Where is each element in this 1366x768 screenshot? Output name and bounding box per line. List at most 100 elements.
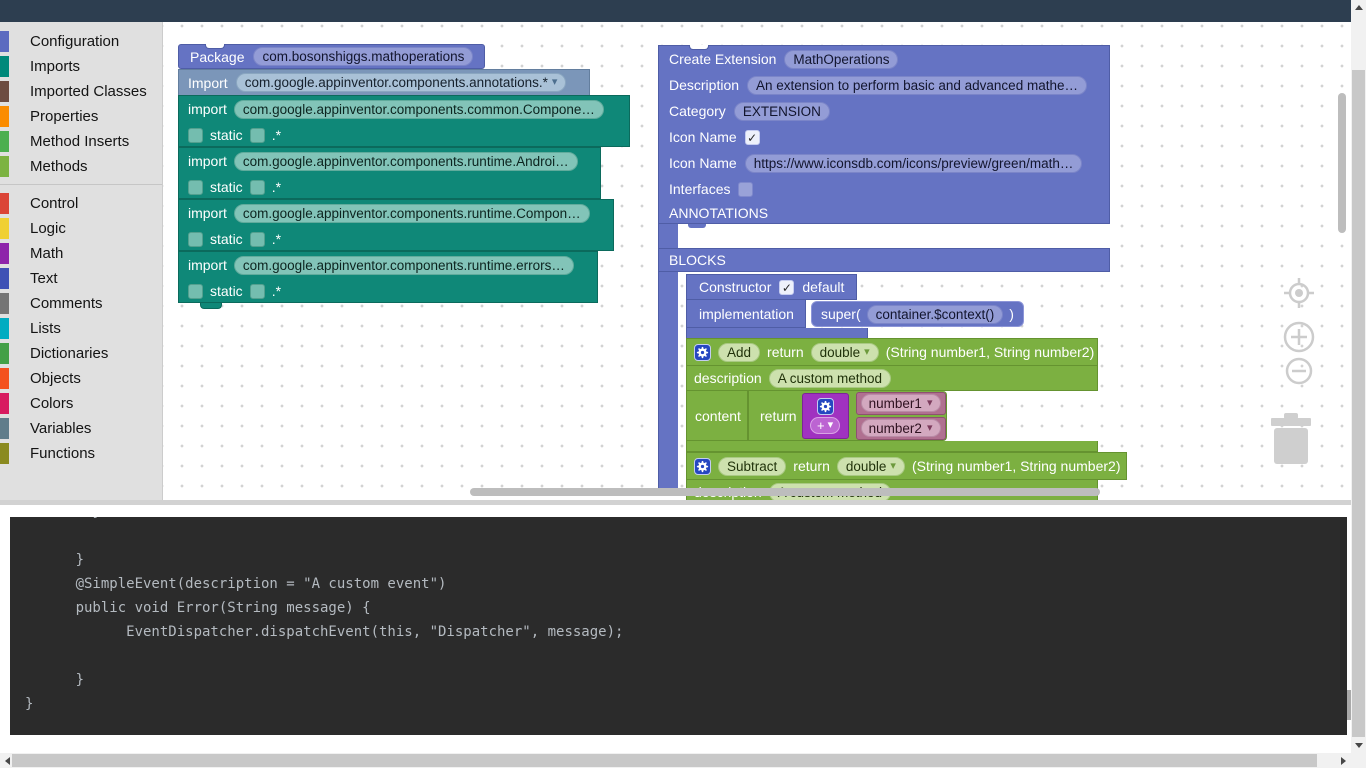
sidebar-item-configuration[interactable]: Configuration [0,29,162,54]
vertical-scroll-thumb[interactable] [1352,70,1365,737]
sidebar-item-functions[interactable]: Functions [0,441,162,466]
operand-column: number1 ▾ number2 ▾ [855,391,946,440]
import-block[interactable]: import com.google.appinventor.components.… [178,251,598,303]
icon-name-label: Icon Name [669,129,737,145]
constructor-block[interactable]: Constructor ✓ default implementation super… [686,274,1024,340]
category-field[interactable]: EXTENSION [733,101,830,121]
method-block-add[interactable]: Add return double ▾ (String number1, Stri… [686,338,1098,452]
math-operation-block[interactable]: + ▾ [801,392,849,439]
import-path-field[interactable]: com.google.appinventor.components.runtim… [233,151,578,171]
interfaces-checkbox[interactable] [738,181,754,197]
sidebar-item-imports[interactable]: Imports [0,54,162,79]
mutator-gear-icon[interactable] [816,397,834,415]
sidebar-item-label: Properties [30,108,99,125]
wildcard-checkbox[interactable] [249,127,265,143]
mutator-gear-icon[interactable] [694,343,711,361]
method-name-field[interactable]: Subtract [718,456,787,476]
variable-block-number1[interactable]: number1 ▾ [855,391,946,415]
zoom-in-icon[interactable] [1282,320,1316,359]
default-checkbox[interactable]: ✓ [779,279,795,295]
return-keyword: return [760,407,797,424]
blockly-workspace[interactable]: Package com.bosonshiggs.mathoperations I… [163,22,1351,500]
static-checkbox[interactable] [188,283,203,299]
import-path-field[interactable]: com.google.appinventor.components.runtim… [233,203,590,223]
wildcard-checkbox[interactable] [249,231,265,247]
sidebar-item-math[interactable]: Math [0,241,162,266]
horizontal-scroll-thumb[interactable] [12,754,1317,767]
import-block[interactable]: import com.google.appinventor.components.… [178,147,601,199]
static-checkbox[interactable] [188,231,203,247]
description-field[interactable]: An extension to perform basic and advanc… [747,75,1087,95]
static-label: static [210,179,243,195]
content-label: content [686,391,748,441]
static-checkbox[interactable] [188,179,203,195]
import-dropdown-block[interactable]: Import com.google.appinventor.components… [178,69,590,96]
sidebar-item-logic[interactable]: Logic [0,216,162,241]
zoom-reset-icon[interactable] [1281,275,1317,316]
return-type-dropdown[interactable]: double ▾ [836,456,905,476]
category-color-swatch [0,218,9,239]
import-path-field[interactable]: com.google.appinventor.components.common… [233,99,604,119]
workspace-vertical-scrollbar[interactable] [1338,93,1346,233]
static-label: static [210,283,243,299]
wildcard-checkbox[interactable] [249,283,265,299]
static-checkbox[interactable] [188,127,203,143]
scroll-right-button[interactable] [1336,753,1351,768]
sidebar-item-comments[interactable]: Comments [0,291,162,316]
import-label: import [188,205,227,221]
page-vertical-scrollbar[interactable] [1351,0,1366,753]
sidebar-item-imported-classes[interactable]: Imported Classes [0,79,162,104]
sidebar-item-variables[interactable]: Variables [0,416,162,441]
sidebar-item-properties[interactable]: Properties [0,104,162,129]
sidebar-item-colors[interactable]: Colors [0,391,162,416]
wildcard-label: .* [271,231,282,247]
workspace-horizontal-scrollbar[interactable] [470,488,1100,496]
sidebar-item-text[interactable]: Text [0,266,162,291]
variable-dropdown[interactable]: number2 ▾ [860,419,941,437]
icon-url-label: Icon Name [669,155,737,171]
import-path-field[interactable]: com.google.appinventor.components.runtim… [233,255,574,275]
return-type-dropdown[interactable]: double ▾ [810,342,879,362]
chevron-down-icon: ▾ [551,76,558,88]
icon-name-checkbox[interactable]: ✓ [744,129,760,145]
trash-icon[interactable] [1268,413,1314,470]
zoom-out-icon[interactable] [1284,356,1314,391]
static-label: static [210,127,243,143]
variable-dropdown[interactable]: number1 ▾ [860,394,941,412]
super-context-field[interactable]: container.$context() [866,304,1004,324]
import-block[interactable]: import com.google.appinventor.components.… [178,199,614,251]
package-block[interactable]: Package com.bosonshiggs.mathoperations [178,44,485,69]
extension-name-field[interactable]: MathOperations [784,49,899,69]
scroll-up-button[interactable] [1351,0,1366,15]
variable-name: number2 [868,420,922,436]
block-category-sidebar: Configuration Imports Imported Classes P… [0,22,163,500]
generated-code-panel[interactable]: } } @SimpleEvent(description = "A custom… [10,517,1347,735]
category-color-swatch [0,56,9,77]
sidebar-item-label: Configuration [30,33,120,50]
sidebar-item-lists[interactable]: Lists [0,316,162,341]
category-color-swatch [0,443,9,464]
sidebar-item-methods[interactable]: Methods [0,154,162,179]
return-statement-block[interactable]: return + ▾ number1 ▾ number2 ▾ [748,391,947,441]
import-block[interactable]: import com.google.appinventor.components.… [178,95,630,147]
sidebar-item-method-inserts[interactable]: Method Inserts [0,129,162,154]
method-name-field[interactable]: Add [718,342,761,362]
super-call-block[interactable]: super( container.$context() ) [810,301,1024,327]
sidebar-item-control[interactable]: Control [0,191,162,216]
method-description-field[interactable]: A custom method [768,368,892,388]
scrollbar-corner [1351,753,1366,768]
import-dropdown-field[interactable]: com.google.appinventor.components.annota… [235,73,567,92]
operator-dropdown[interactable]: + ▾ [810,416,841,434]
mutator-gear-icon[interactable] [694,457,711,475]
package-name-field[interactable]: com.bosonshiggs.mathoperations [253,47,474,66]
page-horizontal-scrollbar[interactable] [0,753,1351,768]
variable-block-number2[interactable]: number2 ▾ [855,416,946,440]
sidebar-item-objects[interactable]: Objects [0,366,162,391]
sidebar-item-dictionaries[interactable]: Dictionaries [0,341,162,366]
return-label: return [767,344,804,360]
chevron-down-icon: ▾ [864,345,870,358]
create-extension-block[interactable]: Create Extension MathOperations Descripti… [658,45,1127,500]
wildcard-checkbox[interactable] [249,179,265,195]
scroll-down-button[interactable] [1351,738,1366,753]
icon-url-field[interactable]: https://www.iconsdb.com/icons/preview/gr… [744,153,1083,173]
